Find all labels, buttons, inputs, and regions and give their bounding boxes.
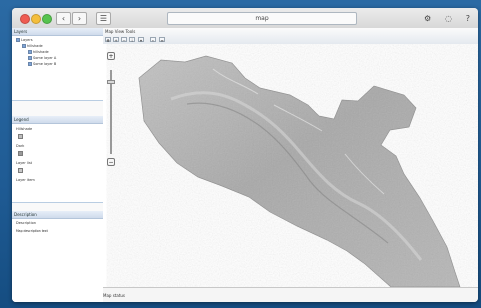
select-tool-button[interactable]: ⌖ (138, 37, 144, 43)
layer-icon (28, 62, 32, 66)
layers-header: Layers (12, 28, 103, 36)
terrain-map (138, 55, 461, 287)
identify-tool-button[interactable]: i (129, 37, 135, 43)
terrain-texture (139, 56, 460, 287)
titlebar: ‹ › ☰ map ⚙ ◌ ? (12, 8, 478, 29)
hand-icon: ✥ (106, 38, 110, 43)
zoom-in-button[interactable]: + (107, 52, 115, 60)
zoom-in-icon: + (114, 38, 118, 43)
address-bar[interactable]: map (167, 12, 357, 25)
zoom-out-icon: − (122, 38, 126, 43)
map-toolbar: Map View Tools ✥ + − i ⌖ ⌁ ≡ (103, 28, 478, 45)
legend-item-dark: Dark (16, 144, 25, 148)
zoom-out-tool-button[interactable]: − (121, 37, 127, 43)
menu-icon: ☰ (99, 14, 108, 23)
minimize-window-button[interactable] (31, 14, 41, 24)
legend-item-layer-list: Layer list (16, 161, 33, 165)
desktop-background: ‹ › ☰ map ⚙ ◌ ? Layers Layers hillshade … (0, 0, 481, 308)
zoom-thumb[interactable] (107, 80, 115, 84)
chevron-right-icon: › (77, 14, 82, 23)
browser-window: ‹ › ☰ map ⚙ ◌ ? Layers Layers hillshade … (12, 8, 478, 302)
description-text: Map description text (16, 229, 48, 233)
layers-tool-button[interactable]: ≡ (159, 37, 165, 43)
measure-tool-button[interactable]: ⌁ (150, 37, 156, 43)
select-icon: ⌖ (139, 38, 143, 43)
layer-icon (28, 50, 32, 54)
tree-item-hillshade[interactable]: hillshade (22, 44, 43, 49)
chevron-left-icon: ‹ (61, 14, 66, 23)
question-icon[interactable]: ? (466, 14, 470, 23)
legend-swatch-hillshade (18, 134, 23, 139)
zoom-control[interactable]: + − (107, 52, 117, 167)
tree-item-hillshade-sub[interactable]: hillshade (28, 50, 49, 55)
gear-icon[interactable]: ⚙ (424, 14, 431, 23)
zoom-out-button[interactable]: − (107, 158, 115, 166)
description-panel: Description Description Map description … (12, 211, 103, 302)
toolbar-icons: ⚙ ◌ ? (424, 13, 470, 23)
info-icon: i (131, 38, 133, 43)
legend-swatch-dark (18, 151, 23, 156)
ruler-icon: ⌁ (151, 38, 155, 43)
status-bar: Map status (103, 287, 478, 302)
tree-item-layer-a[interactable]: Some layer A (28, 56, 56, 61)
layer-icon (28, 56, 32, 60)
person-icon[interactable]: ◌ (445, 14, 452, 23)
close-window-button[interactable] (20, 14, 30, 24)
description-header: Description (12, 211, 103, 219)
back-button[interactable]: ‹ (56, 12, 71, 25)
description-label: Description (16, 221, 36, 225)
sidebar-toggle-button[interactable]: ☰ (96, 12, 111, 25)
zoom-window-button[interactable] (42, 14, 52, 24)
map-tabs: Map View Tools (105, 29, 136, 34)
legend-swatch-layer-list (18, 168, 23, 173)
map-canvas[interactable]: + − (103, 44, 478, 287)
legend-item-hillshade: Hillshade (16, 127, 33, 131)
legend-header: Legend (12, 116, 103, 124)
left-panel: Layers Layers hillshade hillshade Some l… (12, 28, 104, 302)
tree-item-root[interactable]: Layers (16, 38, 33, 43)
layers-panel: Layers Layers hillshade hillshade Some l… (12, 28, 103, 101)
layer-icon (22, 44, 26, 48)
tree-item-layer-b[interactable]: Some layer B (28, 62, 56, 67)
forward-button[interactable]: › (72, 12, 87, 25)
folder-icon (16, 38, 20, 42)
legend-panel: Legend Hillshade Dark Layer list Layer i… (12, 116, 103, 203)
legend-item-layer: Layer item (16, 178, 35, 182)
pan-tool-button[interactable]: ✥ (105, 37, 111, 43)
zoom-in-tool-button[interactable]: + (113, 37, 119, 43)
layers-icon: ≡ (160, 38, 164, 43)
